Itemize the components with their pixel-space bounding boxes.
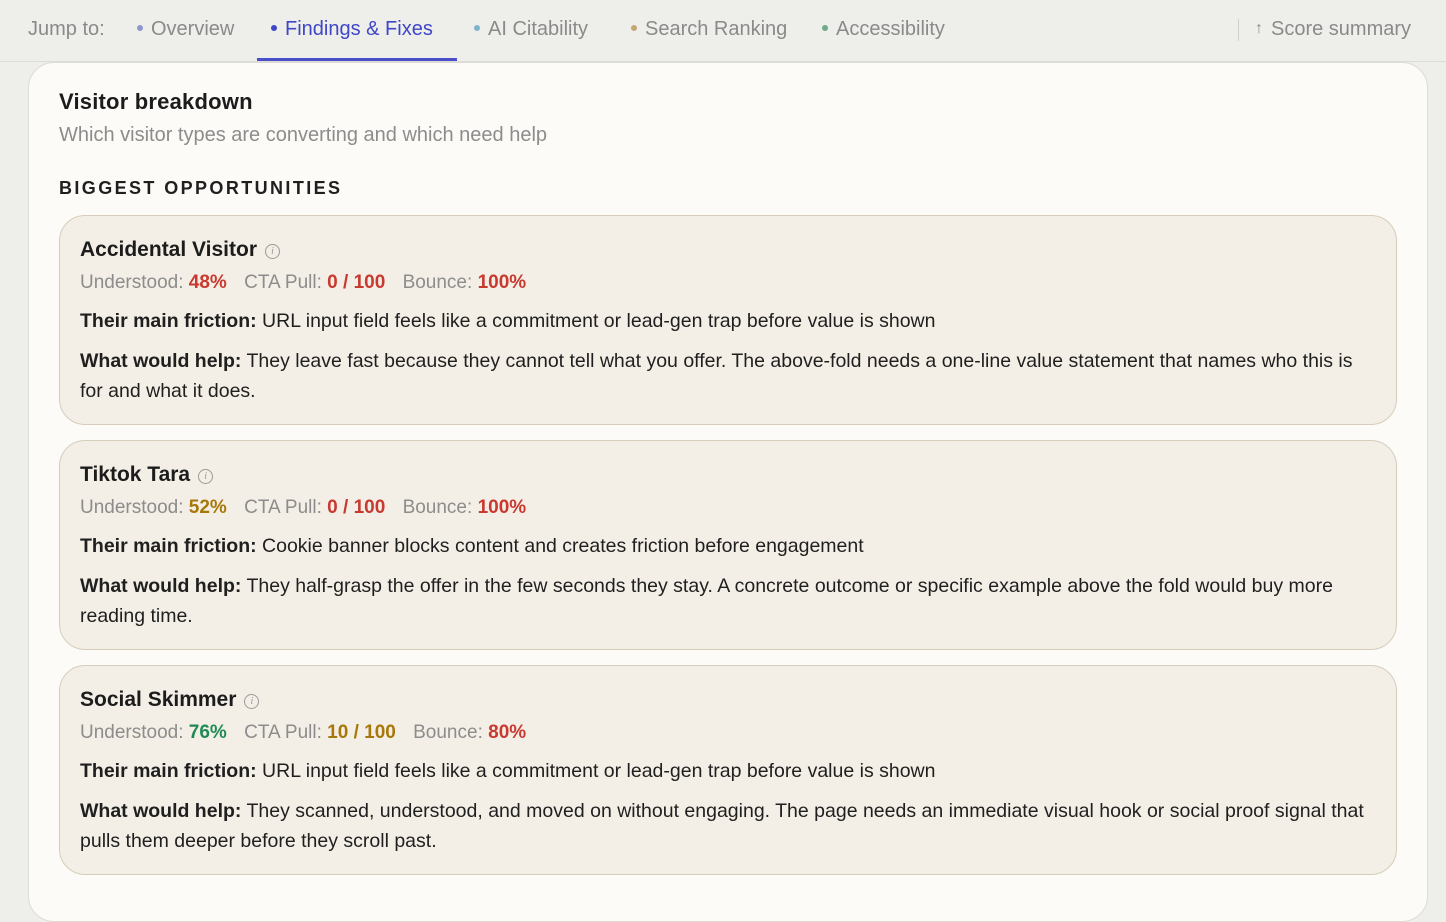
jump-to-label: Jump to: <box>28 18 105 40</box>
visitor-name: Accidental Visitor i <box>80 238 281 262</box>
understood-value: 52% <box>188 497 227 518</box>
help-text: They half-grasp the offer in the few sec… <box>80 575 1333 627</box>
help-text: They leave fast because they cannot tell… <box>80 350 1353 402</box>
cta-pull-label: CTA Pull: <box>244 497 322 518</box>
visitor-card-social-skimmer: Social Skimmer i Understood: 76% CTA Pull… <box>59 665 1397 875</box>
understood-value: 48% <box>188 272 227 293</box>
cta-pull-label: CTA Pull: <box>244 722 322 743</box>
understood-label: Understood: <box>80 497 184 518</box>
bounce-value: 100% <box>477 272 527 293</box>
bounce-label: Bounce: <box>402 497 473 518</box>
tab-ai-citability[interactable]: AI Citability <box>474 18 588 41</box>
dot-icon <box>137 25 143 31</box>
tab-overview[interactable]: Overview <box>137 18 234 41</box>
dot-icon <box>474 25 480 31</box>
active-tab-indicator <box>257 58 457 61</box>
friction-label: Their main friction: <box>80 760 257 782</box>
section-heading: BIGGEST OPPORTUNITIES <box>59 178 343 198</box>
nav-divider <box>1238 19 1239 41</box>
understood-value: 76% <box>188 722 227 743</box>
friction-text: URL input field feels like a commitment … <box>262 310 936 332</box>
tab-label: Accessibility <box>836 18 945 40</box>
tab-findings-fixes[interactable]: Findings & Fixes <box>271 18 433 41</box>
visitor-name-text: Social Skimmer <box>80 688 237 711</box>
visitor-breakdown-panel: Visitor breakdown Which visitor types ar… <box>28 62 1428 922</box>
what-would-help: What would help: They half-grasp the off… <box>80 571 1380 631</box>
panel-title: Visitor breakdown <box>59 89 253 114</box>
jump-to-nav: Jump to: Overview Findings & Fixes AI Ci… <box>0 0 1446 62</box>
tab-search-ranking[interactable]: Search Ranking <box>631 18 787 41</box>
bounce-value: 80% <box>488 722 527 743</box>
main-friction: Their main friction: Cookie banner block… <box>80 535 1380 558</box>
bounce-label: Bounce: <box>413 722 483 743</box>
info-icon[interactable]: i <box>265 244 281 259</box>
dot-icon <box>631 25 637 31</box>
understood-label: Understood: <box>80 722 184 743</box>
cta-pull-value: 0 / 100 <box>327 272 386 293</box>
main-friction: Their main friction: URL input field fee… <box>80 760 1380 783</box>
cta-pull-value: 0 / 100 <box>327 497 386 518</box>
friction-text: Cookie banner blocks content and creates… <box>262 535 864 557</box>
bounce-value: 100% <box>477 497 527 518</box>
tab-accessibility[interactable]: Accessibility <box>822 18 945 41</box>
dot-icon <box>271 25 277 31</box>
help-text: They scanned, understood, and moved on w… <box>80 800 1364 852</box>
cta-pull-value: 10 / 100 <box>327 722 396 743</box>
tab-label: Overview <box>151 18 235 40</box>
visitor-name-text: Tiktok Tara <box>80 463 191 486</box>
score-summary-link[interactable]: ↑ Score summary <box>1255 18 1411 41</box>
what-would-help: What would help: They leave fast because… <box>80 346 1380 406</box>
bounce-label: Bounce: <box>402 272 473 293</box>
friction-label: Their main friction: <box>80 310 257 332</box>
visitor-metrics: Understood: 48% CTA Pull: 0 / 100 Bounce… <box>80 272 538 294</box>
understood-label: Understood: <box>80 272 184 293</box>
info-icon[interactable]: i <box>198 469 214 484</box>
info-icon[interactable]: i <box>244 694 260 709</box>
help-label: What would help: <box>80 800 242 822</box>
arrow-up-icon: ↑ <box>1255 20 1263 37</box>
main-friction: Their main friction: URL input field fee… <box>80 310 1380 333</box>
dot-icon <box>822 25 828 31</box>
visitor-metrics: Understood: 76% CTA Pull: 10 / 100 Bounc… <box>80 722 538 744</box>
friction-label: Their main friction: <box>80 535 257 557</box>
cta-pull-label: CTA Pull: <box>244 272 322 293</box>
help-label: What would help: <box>80 575 242 597</box>
help-label: What would help: <box>80 350 242 372</box>
visitor-card-accidental-visitor: Accidental Visitor i Understood: 48% CTA … <box>59 215 1397 425</box>
visitor-metrics: Understood: 52% CTA Pull: 0 / 100 Bounce… <box>80 497 538 519</box>
what-would-help: What would help: They scanned, understoo… <box>80 796 1380 856</box>
visitor-name-text: Accidental Visitor <box>80 238 258 261</box>
score-summary-label: Score summary <box>1271 18 1412 40</box>
tab-label: Findings & Fixes <box>285 18 433 40</box>
visitor-card-tiktok-tara: Tiktok Tara i Understood: 52% CTA Pull: 0… <box>59 440 1397 650</box>
tab-label: Search Ranking <box>645 18 788 40</box>
visitor-name: Tiktok Tara i <box>80 463 214 487</box>
friction-text: URL input field feels like a commitment … <box>262 760 936 782</box>
panel-subtitle: Which visitor types are converting and w… <box>59 124 548 146</box>
visitor-name: Social Skimmer i <box>80 688 260 712</box>
tab-label: AI Citability <box>488 18 589 40</box>
